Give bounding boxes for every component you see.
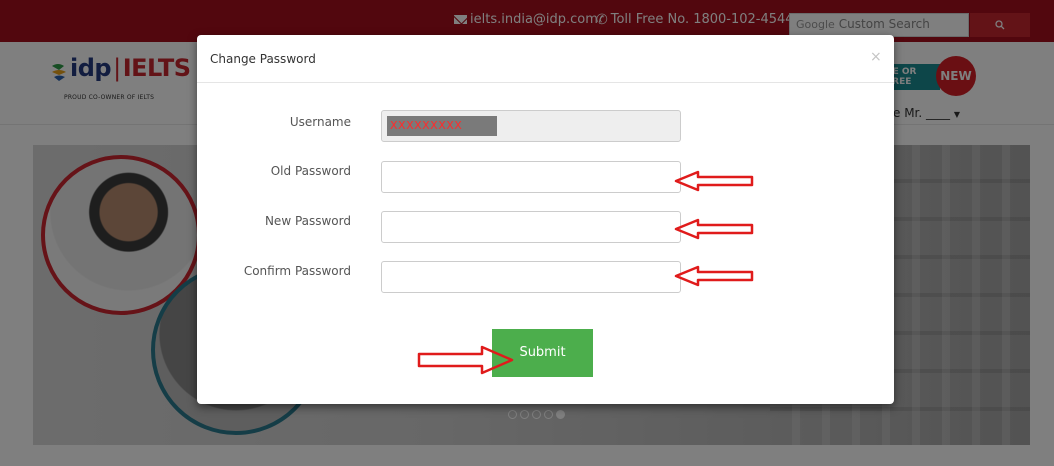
annotation-arrow-left-icon (674, 265, 754, 287)
new-password-field[interactable] (381, 211, 681, 243)
new-password-label: New Password (264, 214, 351, 228)
modal-header: Change Password × (197, 35, 894, 83)
change-password-modal: Change Password × Username XXXXXXXXX Old… (197, 35, 894, 404)
username-label: Username (289, 115, 351, 129)
confirm-password-label: Confirm Password (243, 264, 351, 278)
modal-title: Change Password (210, 52, 316, 66)
username-field: XXXXXXXXX (381, 110, 681, 142)
annotation-arrow-right-icon (417, 345, 514, 375)
old-password-field[interactable] (381, 161, 681, 193)
annotation-arrow-left-icon (674, 218, 754, 240)
old-password-label: Old Password (270, 164, 351, 178)
confirm-password-field[interactable] (381, 261, 681, 293)
close-icon[interactable]: × (870, 49, 882, 65)
annotation-arrow-left-icon (674, 170, 754, 192)
username-redacted-value: XXXXXXXXX (387, 116, 497, 136)
